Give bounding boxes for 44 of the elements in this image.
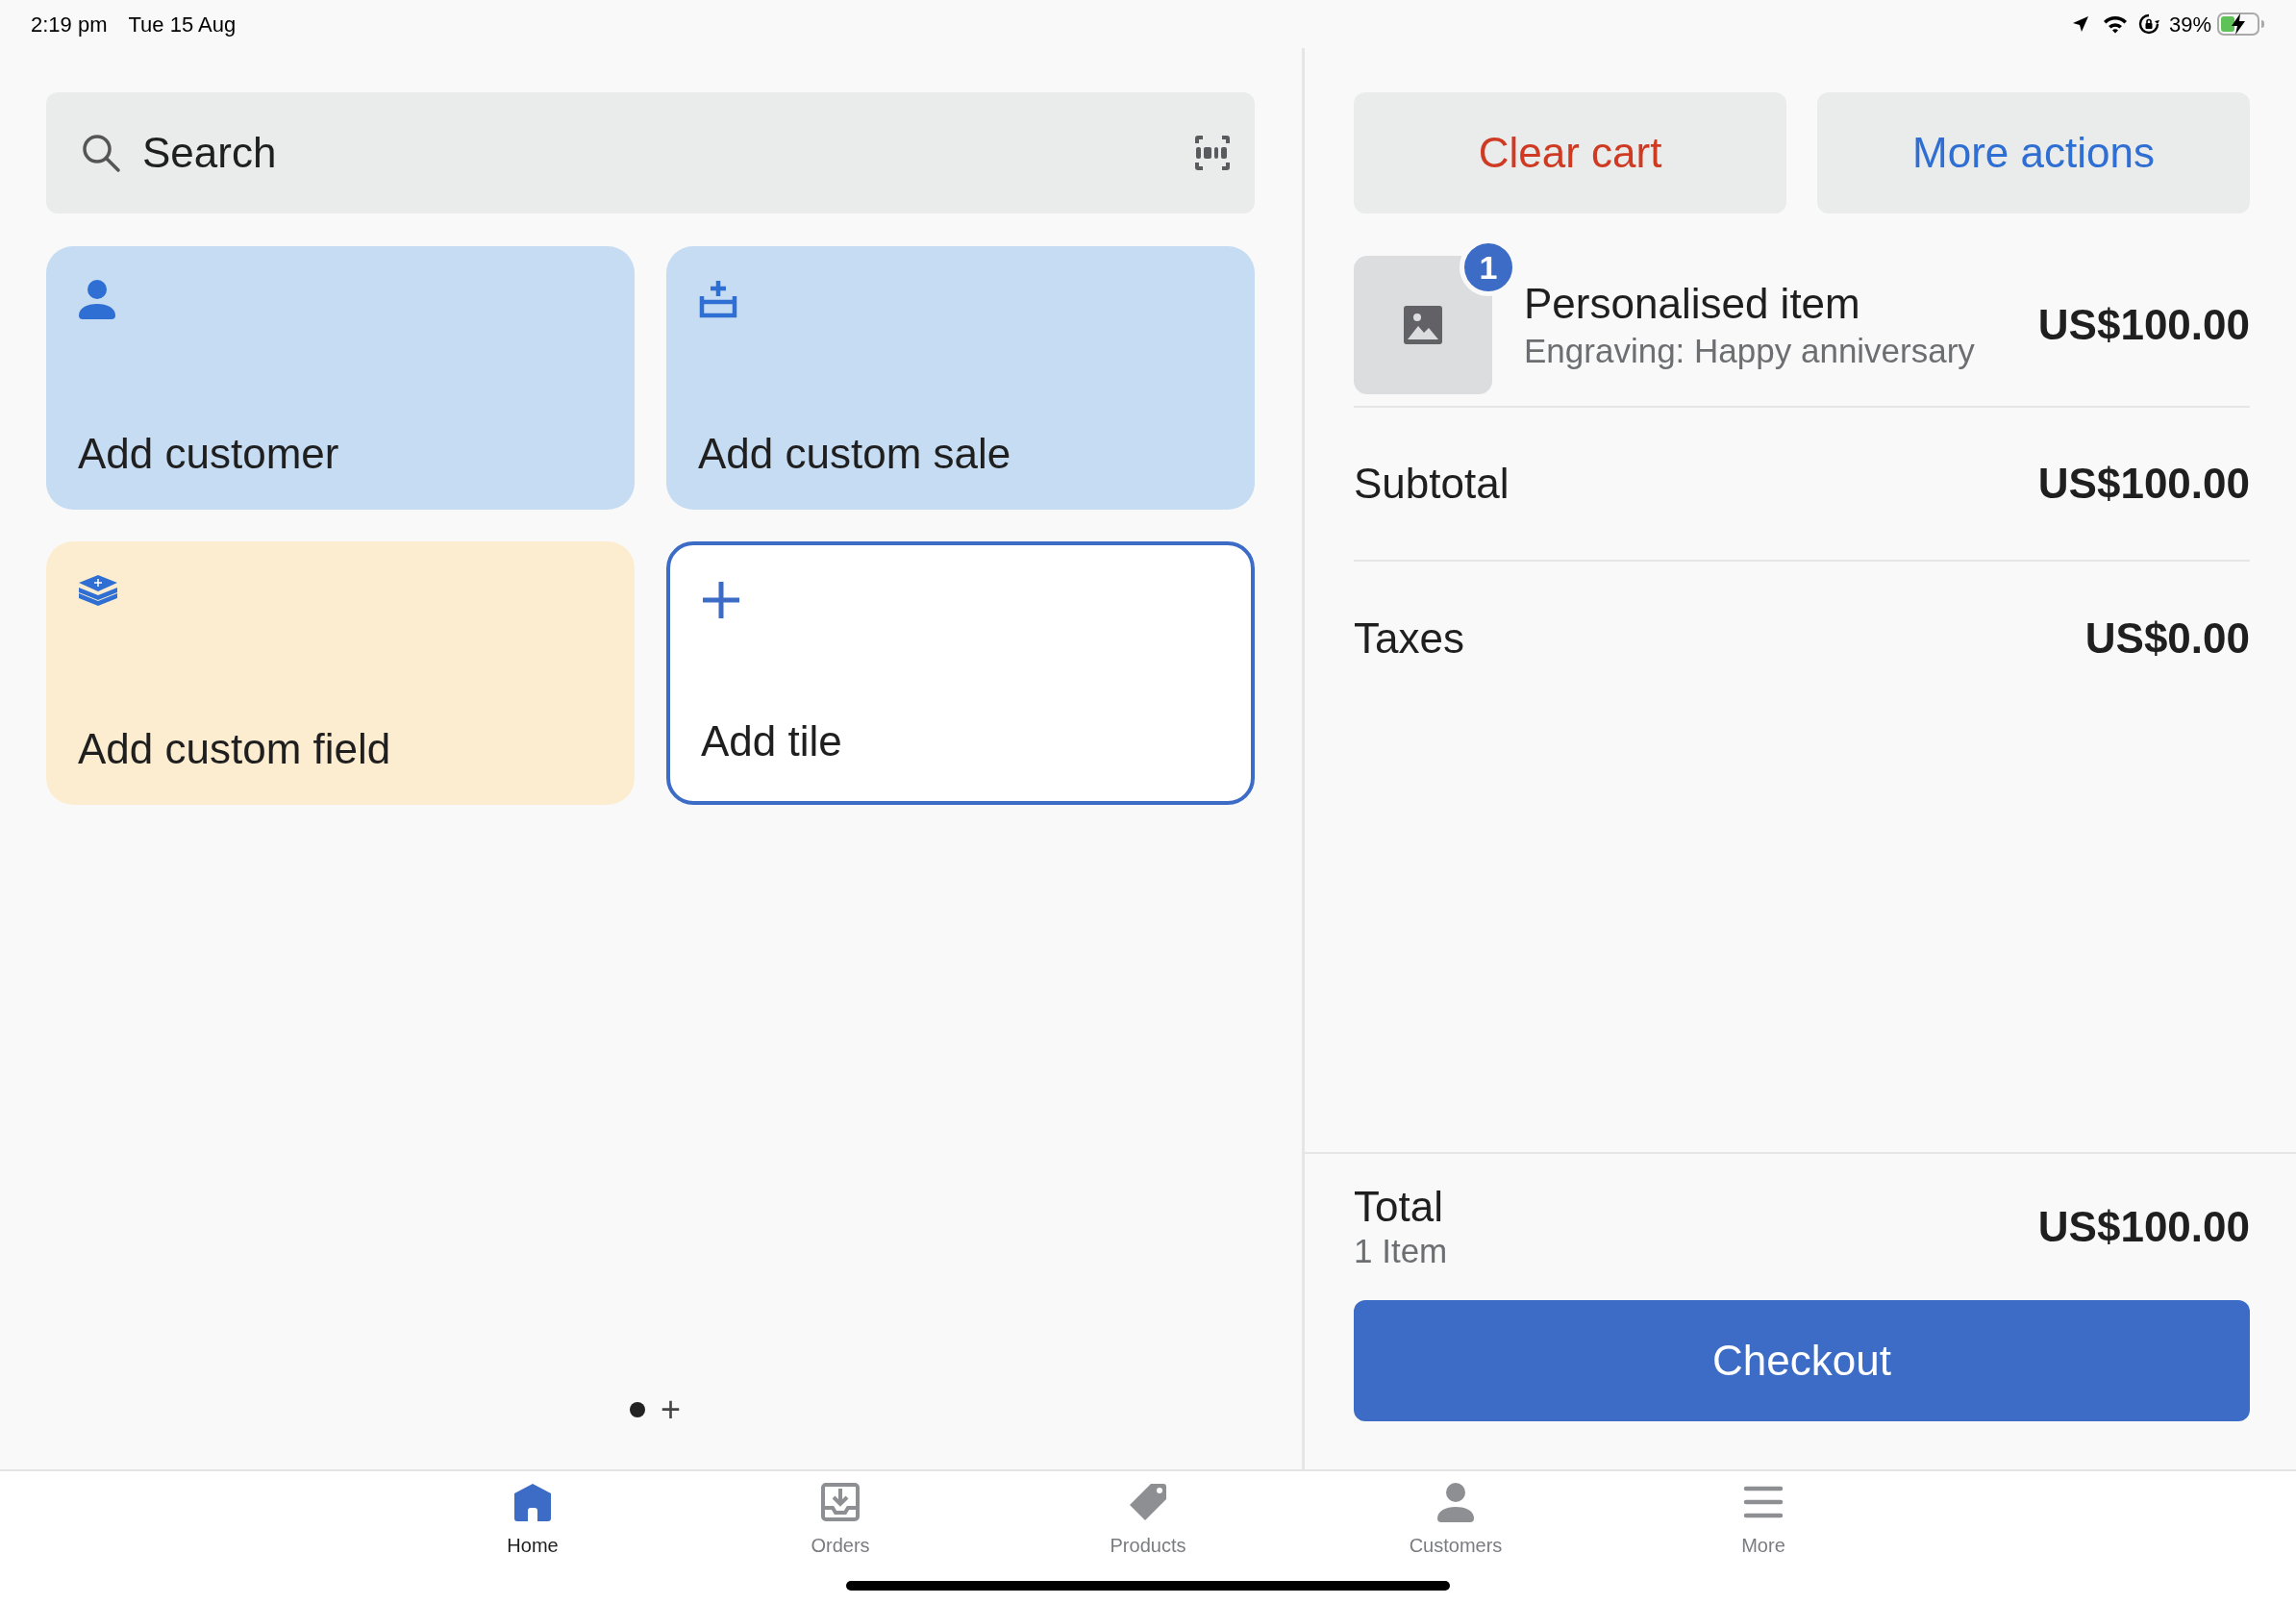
barcode-scan-icon	[1193, 134, 1232, 172]
image-placeholder-icon	[1404, 306, 1442, 344]
checkout-button[interactable]: Checkout	[1354, 1300, 2250, 1421]
search-icon	[81, 133, 121, 173]
inbox-download-icon	[821, 1481, 860, 1523]
layers-icon	[78, 574, 118, 607]
tab-item[interactable]: Customers	[1409, 1531, 1503, 1560]
tab-item[interactable]: More	[1741, 1531, 1785, 1560]
cart-action-button[interactable]: Clear cart	[1354, 92, 1786, 213]
basket-plus-icon	[698, 279, 738, 319]
summary-amount: US$0.00	[2084, 614, 2250, 664]
home-icon	[512, 1481, 553, 1523]
tab-item[interactable]: Orders	[811, 1531, 870, 1560]
total-amount: US$100.00	[2037, 1202, 2250, 1252]
add-tile-button[interactable]: Add tile	[666, 541, 1255, 805]
person-icon	[78, 279, 116, 319]
tab-item[interactable]: Home	[507, 1531, 559, 1560]
rotation-lock-icon	[2137, 13, 2159, 35]
tag-icon	[1128, 1481, 1168, 1523]
status-date: Tue 15 Aug	[128, 11, 237, 38]
item-price: US$100.00	[2037, 300, 2250, 350]
summary-label: Taxes	[1354, 614, 1464, 664]
battery-icon	[2217, 13, 2265, 36]
action-tile[interactable]: Add customer	[46, 246, 635, 510]
tile-label: Add custom field	[78, 724, 391, 774]
add-page-button[interactable]: +	[661, 1392, 681, 1427]
search-field[interactable]: Search	[46, 92, 1255, 213]
item-name: Personalised item	[1524, 279, 1861, 329]
action-tile[interactable]: Add custom field	[46, 541, 635, 805]
action-tile[interactable]: Add custom sale	[666, 246, 1255, 510]
status-time: 2:19 pm	[31, 11, 108, 38]
tile-label: Add tile	[701, 716, 842, 766]
cart-action-button[interactable]: More actions	[1817, 92, 2250, 213]
item-count: 1 Item	[1354, 1231, 1448, 1271]
total-label: Total	[1354, 1183, 1444, 1231]
tab-item[interactable]: Products	[1110, 1531, 1186, 1560]
item-note: Engraving: Happy anniversary	[1524, 331, 1976, 371]
tile-label: Add customer	[78, 429, 339, 479]
person-icon	[1436, 1481, 1475, 1523]
summary-amount: US$100.00	[2037, 459, 2250, 509]
summary-label: Subtotal	[1354, 459, 1510, 509]
plus-icon	[701, 580, 741, 620]
tile-label: Add custom sale	[698, 429, 1011, 479]
battery-percent: 39%	[2168, 11, 2211, 38]
